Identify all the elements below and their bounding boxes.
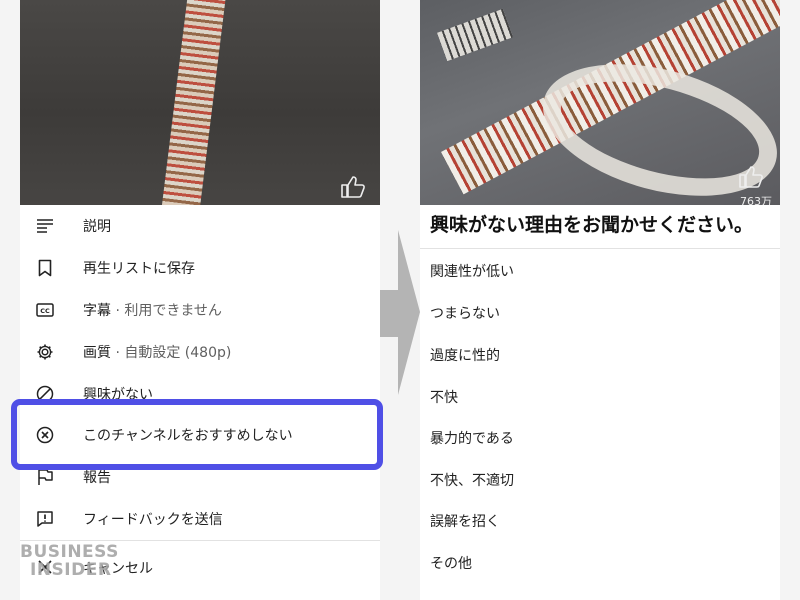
reason-option[interactable]: 過度に性的 [430,345,500,365]
menu-label: フィードバックを送信 [83,512,223,528]
svg-text:CC: CC [40,307,50,315]
video-thumbnail-right[interactable]: 763万 [420,0,780,205]
left-phone-screen: 説明 再生リストに保存 CC 字幕 · 利用できません 画質 · 自動設定 (4… [20,0,380,600]
menu-item-save-to-playlist[interactable]: 再生リストに保存 [20,247,380,289]
highlight-frame [11,399,383,470]
view-count: 763万 [740,195,772,205]
description-icon [36,217,54,235]
menu-label: 画質 · 自動設定 (480p) [83,342,231,362]
bookmark-icon [36,259,54,277]
arrow-right-icon [380,230,420,395]
menu-label: 報告 [83,470,111,486]
business-insider-logo: BUSINESS INSIDER [20,543,125,583]
reason-option[interactable]: 関連性が低い [430,261,514,281]
menu-label: 再生リストに保存 [83,261,195,277]
reason-option[interactable]: つまらない [430,303,500,323]
reason-dialog-title: 興味がない理由をお聞かせください。 [430,214,754,236]
reason-option[interactable]: 不快 [430,387,458,407]
reason-option[interactable]: その他 [430,553,472,573]
menu-item-quality[interactable]: 画質 · 自動設定 (480p) [20,331,380,373]
reason-option[interactable]: 不快、不適切 [430,470,514,490]
menu-item-description[interactable]: 説明 [20,205,380,247]
quality-status: · 自動設定 (480p) [111,345,232,361]
captions-label: 字幕 [83,303,111,319]
logo-line: INSIDER [30,560,112,580]
gear-icon [36,343,54,361]
captions-status: · 利用できません [111,303,222,319]
captions-icon: CC [36,301,54,319]
menu-item-send-feedback[interactable]: フィードバックを送信 [20,498,380,540]
menu-label: 字幕 · 利用できません [83,300,222,320]
logo-line: BUSINESS [20,542,119,562]
domino-image [160,0,228,205]
video-thumbnail-left[interactable] [20,0,380,205]
thumbs-up-icon[interactable] [340,175,366,199]
quality-label: 画質 [83,345,111,361]
divider [420,248,780,249]
reason-option[interactable]: 誤解を招く [430,511,500,531]
menu-item-captions[interactable]: CC 字幕 · 利用できません [20,289,380,331]
menu-label: 説明 [83,219,111,235]
reason-option[interactable]: 暴力的である [430,428,514,448]
feedback-icon [36,510,54,528]
flag-icon [36,468,54,486]
thumbs-up-icon[interactable] [738,165,764,189]
cards-image [436,8,514,62]
right-phone-screen: 763万 興味がない理由をお聞かせください。 関連性が低い つまらない 過度に性… [420,0,780,600]
